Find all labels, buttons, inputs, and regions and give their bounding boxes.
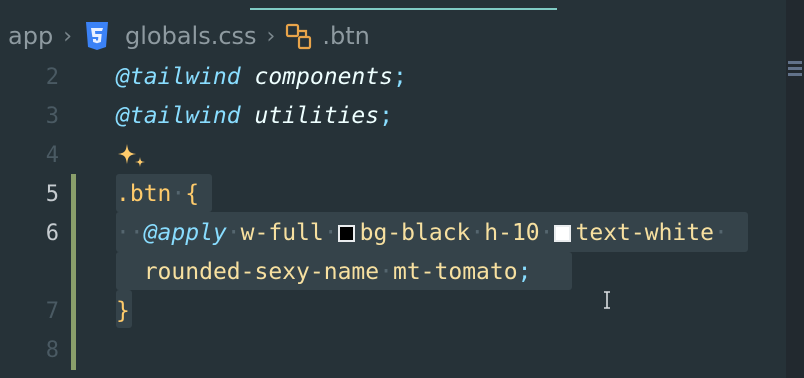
line-number-gutter: 2 3 4 5 6 7 8 (0, 58, 74, 370)
line-number: 5 (45, 182, 59, 207)
semicolon: ; (392, 64, 407, 90)
code-line[interactable]: .btn·{ (116, 175, 784, 214)
line-number: 6 (45, 221, 59, 246)
whitespace-dot: · (379, 259, 393, 285)
semicolon: ; (517, 259, 532, 285)
directive-value: components (254, 64, 393, 90)
code-line[interactable]: @tailwind components; (116, 58, 784, 97)
directive-value: utilities (254, 103, 380, 129)
whitespace-dot: · (323, 220, 338, 246)
semicolon: ; (379, 103, 393, 129)
active-tab-indicator (250, 8, 557, 10)
chevron-right-icon: › (63, 23, 72, 49)
line-number (0, 253, 74, 292)
line-number: 2 (45, 65, 59, 90)
whitespace-dot: ·· (116, 220, 144, 246)
code-editor[interactable]: app › globals.css › .btn 2 3 4 5 6 7 8 @… (0, 0, 804, 378)
whitespace-dot: · (171, 181, 186, 207)
code-line[interactable]: @tailwind utilities; (116, 97, 784, 136)
code-line[interactable] (116, 136, 784, 175)
git-change-indicator[interactable] (71, 174, 76, 370)
code-line-wrapped[interactable]: rounded-sexy-name·mt-tomato; (116, 253, 784, 292)
breadcrumb-root[interactable]: app (8, 22, 53, 50)
open-brace: { (185, 181, 200, 207)
code-content[interactable]: @tailwind components; @tailwind utilitie… (116, 58, 784, 370)
css-selector-icon (284, 21, 316, 51)
utility-class: w-full (240, 220, 324, 246)
breadcrumb-file[interactable]: globals.css (125, 22, 257, 50)
css-selector: .btn (116, 181, 172, 207)
utility-class: rounded-sexy-name (143, 259, 380, 285)
code-line[interactable] (116, 331, 784, 370)
whitespace-dot: · (713, 220, 728, 246)
chevron-right-icon: › (266, 23, 276, 49)
code-line[interactable]: ··@apply·w-full· bg-black·h-10· text-white… (116, 214, 784, 253)
color-swatch-black[interactable] (337, 225, 355, 242)
utility-class: mt-tomato (392, 259, 518, 285)
line-number: 4 (45, 143, 59, 168)
text-cursor-icon (602, 291, 612, 309)
utility-class: h-10 (484, 220, 540, 246)
css-file-icon (81, 21, 113, 51)
vertical-scrollbar[interactable] (786, 0, 804, 378)
sparkle-icon[interactable] (116, 141, 150, 171)
breadcrumb: app › globals.css › .btn (8, 18, 370, 54)
line-number: 7 (45, 299, 59, 324)
line-number: 8 (45, 338, 59, 363)
overview-ruler-marks (788, 58, 802, 82)
at-rule: @tailwind (116, 103, 241, 129)
line-number: 3 (45, 104, 59, 129)
whitespace-dot: · (226, 220, 241, 246)
whitespace-dot: · (470, 220, 485, 246)
utility-class: text-white (575, 220, 714, 246)
close-brace: } (116, 298, 130, 324)
breadcrumb-symbol[interactable]: .btn (322, 22, 369, 50)
color-swatch-white[interactable] (553, 225, 571, 242)
at-rule: @tailwind (116, 64, 241, 90)
at-rule: @apply (143, 220, 227, 246)
whitespace-dot: · (539, 220, 554, 246)
utility-class: bg-black (359, 220, 471, 246)
code-line[interactable]: } (116, 292, 784, 331)
